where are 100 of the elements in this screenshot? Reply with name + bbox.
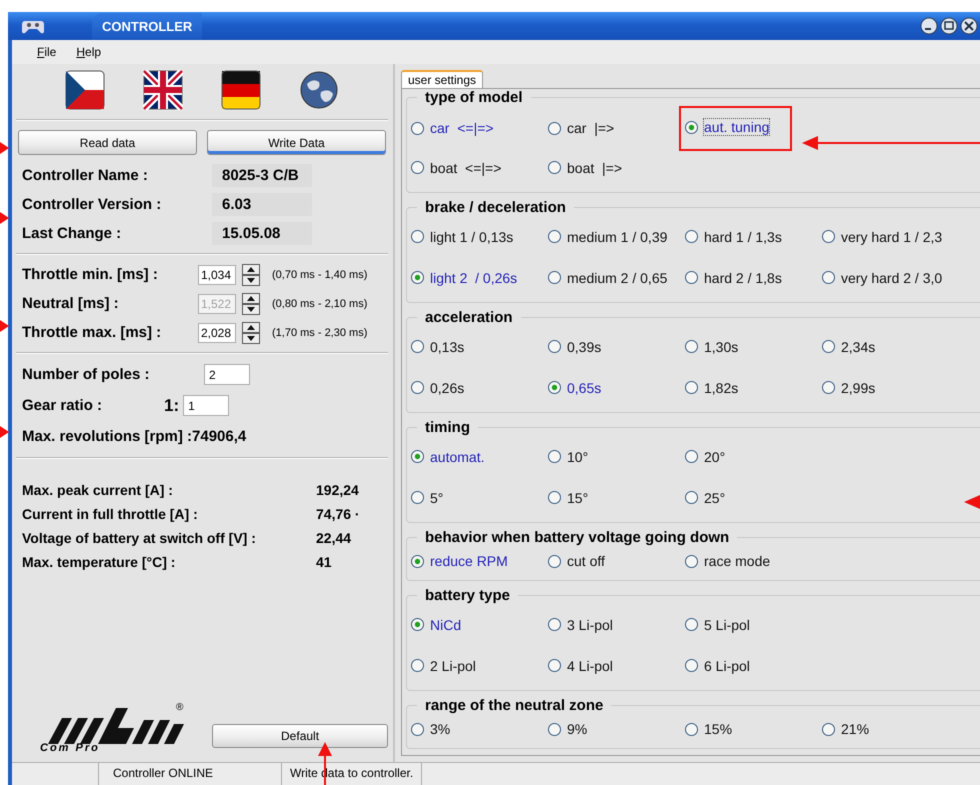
czech-flag-icon[interactable] [65, 70, 105, 110]
radio-option[interactable]: 0,26s [411, 378, 548, 396]
radio-option[interactable]: race mode [685, 552, 822, 570]
radio-button[interactable] [685, 381, 698, 394]
radio-button[interactable] [411, 618, 424, 631]
uk-flag-icon[interactable] [143, 70, 183, 110]
radio-button[interactable] [411, 659, 424, 672]
tab[interactable]: user settings [401, 70, 484, 88]
radio-option[interactable]: 5 Li-pol [685, 616, 822, 634]
default-button[interactable]: Default [212, 724, 388, 748]
radio-button[interactable] [685, 340, 698, 353]
radio-option[interactable]: 0,65s [548, 378, 685, 396]
radio-option[interactable]: automat. [411, 448, 548, 466]
radio-button[interactable] [548, 271, 561, 284]
pulse-input[interactable]: 2,028 [198, 322, 236, 342]
radio-option[interactable]: very hard 2 / 3,0 [822, 268, 959, 286]
spinner-icon[interactable] [242, 322, 260, 344]
radio-button[interactable] [548, 122, 561, 135]
radio-option[interactable]: 2,34s [822, 338, 959, 356]
radio-option[interactable]: cut off [548, 552, 685, 570]
radio-option[interactable]: 15% [685, 720, 822, 738]
radio-button[interactable] [411, 122, 424, 135]
radio-option[interactable]: 0,39s [548, 338, 685, 356]
spinner-icon[interactable] [242, 292, 260, 314]
radio-option[interactable]: 2,99s [822, 378, 959, 396]
radio-option[interactable]: 10° [548, 448, 685, 466]
radio-option[interactable]: reduce RPM [411, 552, 548, 570]
radio-button[interactable] [548, 161, 561, 174]
radio-option[interactable]: NiCd [411, 616, 548, 634]
radio-button[interactable] [548, 722, 561, 736]
radio-option[interactable]: very hard 1 / 2,3 [822, 228, 959, 246]
radio-option[interactable]: light 2 / 0,26s [411, 268, 548, 286]
radio-button[interactable] [411, 491, 424, 504]
radio-button[interactable] [411, 381, 424, 394]
minimize-icon[interactable] [920, 17, 938, 35]
radio-option[interactable]: 1,82s [685, 378, 822, 396]
radio-button[interactable] [685, 618, 698, 631]
menu-item[interactable]: Help [76, 45, 114, 59]
radio-option[interactable]: 0,13s [411, 338, 548, 356]
radio-option[interactable]: hard 2 / 1,8s [685, 268, 822, 286]
radio-option[interactable]: car <=|=> [411, 119, 548, 138]
radio-option[interactable]: boat <=|=> [411, 158, 548, 176]
radio-option[interactable]: car |=> [548, 119, 685, 138]
radio-option[interactable]: 15° [548, 488, 685, 506]
radio-button[interactable] [822, 722, 835, 736]
close-icon[interactable] [960, 17, 978, 35]
maximize-icon[interactable] [940, 17, 958, 35]
radio-button[interactable] [548, 659, 561, 672]
radio-option[interactable]: boat |=> [548, 158, 685, 176]
poles-input[interactable]: 2 [204, 364, 250, 385]
radio-option[interactable]: 3 Li-pol [548, 616, 685, 634]
radio-button[interactable] [685, 230, 698, 243]
radio-button[interactable] [548, 618, 561, 631]
radio-button[interactable] [685, 659, 698, 672]
radio-option[interactable]: 3% [411, 720, 548, 738]
gear-input[interactable]: 1 [183, 395, 230, 416]
radio-option[interactable]: 21% [822, 720, 959, 738]
radio-button[interactable] [548, 554, 561, 568]
radio-button[interactable] [411, 161, 424, 174]
radio-button[interactable] [685, 722, 698, 736]
radio-button[interactable] [822, 381, 835, 394]
radio-button[interactable] [822, 340, 835, 353]
radio-option[interactable]: 20° [685, 448, 822, 466]
radio-button[interactable] [685, 450, 698, 463]
data-button[interactable]: Write Data [207, 130, 386, 155]
radio-button[interactable] [822, 230, 835, 243]
radio-option[interactable]: 5° [411, 488, 548, 506]
radio-option[interactable]: 1,30s [685, 338, 822, 356]
radio-button[interactable] [411, 554, 424, 568]
spinner-icon[interactable] [242, 264, 260, 286]
radio-button[interactable] [411, 230, 424, 243]
menu-item[interactable]: File [37, 45, 68, 59]
radio-option[interactable]: 4 Li-pol [548, 656, 685, 674]
radio-button[interactable] [822, 271, 835, 284]
radio-button[interactable] [548, 491, 561, 504]
radio-option[interactable]: medium 2 / 0,65 [548, 268, 685, 286]
radio-button[interactable] [411, 450, 424, 463]
radio-button[interactable] [411, 340, 424, 353]
radio-option[interactable]: medium 1 / 0,39 [548, 228, 685, 246]
radio-option[interactable]: light 1 / 0,13s [411, 228, 548, 246]
annotation-arrow [964, 495, 980, 509]
radio-option[interactable]: 6 Li-pol [685, 656, 822, 674]
radio-button[interactable] [411, 722, 424, 736]
radio-option[interactable]: 9% [548, 720, 685, 738]
radio-button[interactable] [548, 230, 561, 243]
radio-button[interactable] [685, 120, 698, 134]
radio-option[interactable]: 25° [685, 488, 822, 506]
radio-button[interactable] [685, 491, 698, 504]
radio-button[interactable] [411, 271, 424, 284]
globe-icon[interactable] [299, 70, 339, 110]
radio-button[interactable] [548, 381, 561, 394]
radio-option[interactable]: 2 Li-pol [411, 656, 548, 674]
radio-button[interactable] [685, 554, 698, 568]
pulse-input[interactable]: 1,034 [198, 264, 236, 284]
data-button[interactable]: Read data [18, 130, 197, 155]
german-flag-icon[interactable] [221, 70, 261, 110]
radio-button[interactable] [685, 271, 698, 284]
radio-button[interactable] [548, 450, 561, 463]
radio-button[interactable] [548, 340, 561, 353]
radio-option[interactable]: hard 1 / 1,3s [685, 228, 822, 246]
